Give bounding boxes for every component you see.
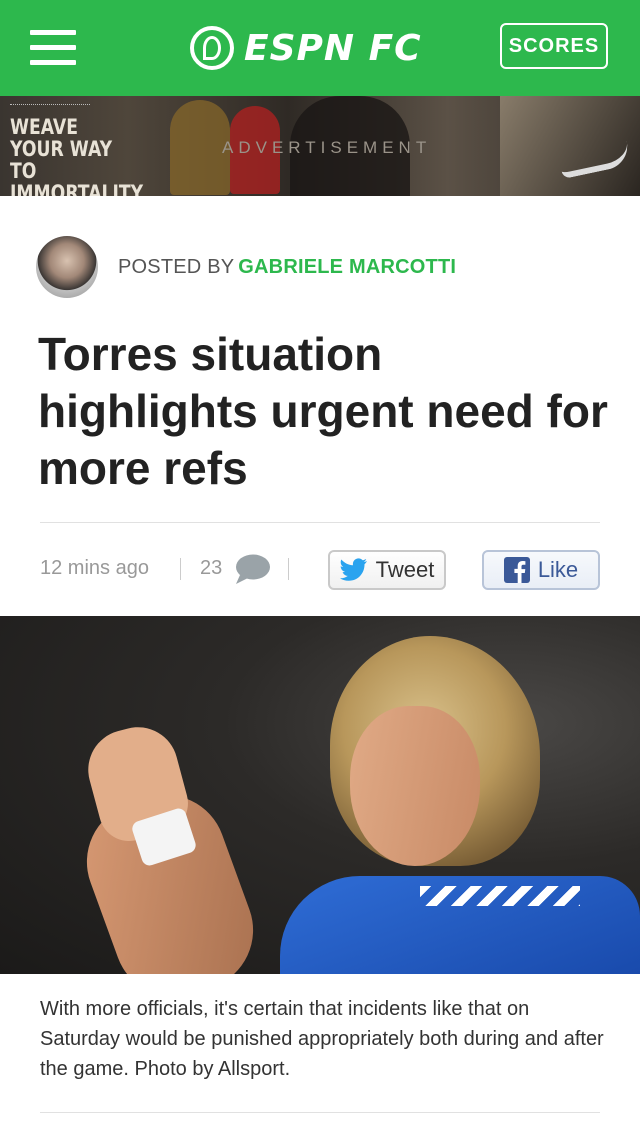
twitter-bird-icon xyxy=(339,558,367,581)
scores-button[interactable]: SCORES xyxy=(500,23,608,69)
top-nav-bar: ESPN FC SCORES xyxy=(0,0,640,96)
comment-count[interactable]: 23 xyxy=(200,557,222,580)
article-photo[interactable] xyxy=(0,616,640,974)
photo-caption: With more officials, it's certain that i… xyxy=(40,998,604,1080)
posted-by-label: POSTED BY xyxy=(118,256,235,278)
article-title: Torres situation highlights urgent need … xyxy=(38,328,608,494)
tweet-label: Tweet xyxy=(375,557,435,582)
author-link[interactable]: GABRIELE MARCOTTI xyxy=(238,256,456,278)
tweet-button[interactable]: Tweet xyxy=(328,550,446,590)
menu-hamburger-icon[interactable] xyxy=(30,30,76,66)
meta-separator xyxy=(180,558,181,580)
divider xyxy=(40,522,600,523)
soccer-ball-icon xyxy=(190,26,234,70)
facebook-icon xyxy=(503,557,530,583)
ad-headline: WEAVE YOUR WAY TO IMMORTALITY xyxy=(10,115,144,196)
meta-separator xyxy=(288,558,289,580)
speech-bubble-icon[interactable] xyxy=(234,553,271,585)
timestamp: 12 mins ago xyxy=(40,557,149,579)
logo-text: ESPN FC xyxy=(244,27,422,69)
espn-fc-logo[interactable]: ESPN FC xyxy=(190,24,422,72)
byline: POSTED BY GABRIELE MARCOTTI xyxy=(118,256,456,279)
ad-divider xyxy=(10,104,90,105)
like-label: Like xyxy=(537,557,579,582)
ad-label: ADVERTISEMENT xyxy=(222,138,432,157)
divider xyxy=(40,1112,600,1113)
facebook-like-button[interactable]: Like xyxy=(482,550,600,590)
author-avatar[interactable] xyxy=(36,236,98,298)
